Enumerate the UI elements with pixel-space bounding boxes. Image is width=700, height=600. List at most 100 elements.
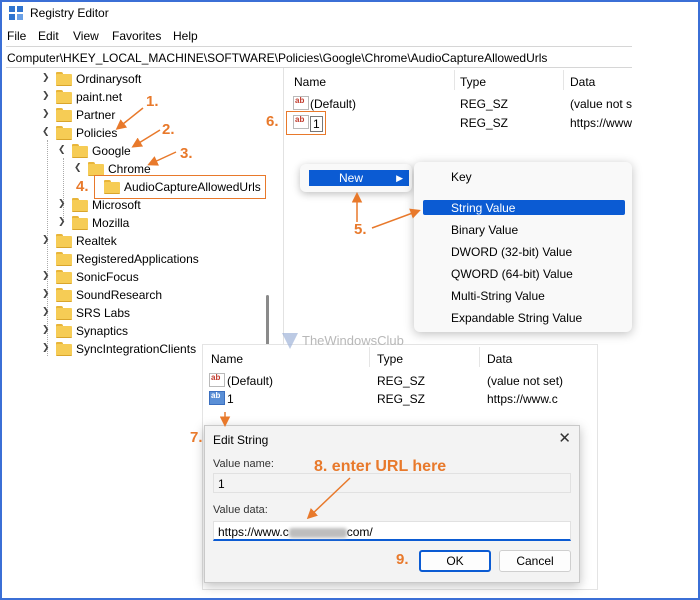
folder-icon xyxy=(56,72,72,86)
value-name[interactable]: (Default) xyxy=(227,374,273,388)
tree-item-partner[interactable]: ❯ Partner xyxy=(2,106,272,124)
value-name[interactable]: 1 xyxy=(227,392,234,406)
chevron-right-icon[interactable]: ❯ xyxy=(58,198,68,210)
column-data-header[interactable]: Data xyxy=(570,75,595,89)
menu-favorites[interactable]: Favorites xyxy=(112,29,161,43)
window-title: Registry Editor xyxy=(30,6,109,20)
folder-icon xyxy=(56,306,72,320)
dialog-title: Edit String xyxy=(213,433,269,447)
tree-item-mozilla[interactable]: ❯ Mozilla xyxy=(2,214,272,232)
column-name-header[interactable]: Name xyxy=(211,352,243,366)
tree-item-registeredapplications[interactable]: RegisteredApplications xyxy=(2,250,272,268)
column-separator[interactable] xyxy=(454,70,455,90)
value-data-field[interactable]: https://www.c com/ xyxy=(213,521,571,541)
tree-item-label: paint.net xyxy=(76,90,123,104)
string-value-icon: ab xyxy=(209,391,225,405)
pane-divider[interactable] xyxy=(283,68,284,368)
menu-item-dword-value[interactable]: DWORD (32-bit) Value xyxy=(451,245,572,259)
menu-view[interactable]: View xyxy=(73,29,99,43)
folder-icon xyxy=(56,234,72,248)
tree-item-label: SoundResearch xyxy=(76,288,163,302)
chevron-right-icon[interactable]: ❯ xyxy=(58,216,68,228)
tree-item-srs-labs[interactable]: ❯ SRS Labs xyxy=(2,304,272,322)
callout-8: 8. enter URL here xyxy=(314,458,447,475)
menu-item-qword-value[interactable]: QWORD (64-bit) Value xyxy=(451,267,573,281)
tree-item-label: Mozilla xyxy=(92,216,130,230)
column-data-header[interactable]: Data xyxy=(487,352,512,366)
column-type-header[interactable]: Type xyxy=(377,352,403,366)
tree-item-label: Microsoft xyxy=(92,198,141,212)
value-type: REG_SZ xyxy=(460,116,509,130)
tree-item-paint-net[interactable]: ❯ paint.net xyxy=(2,88,272,106)
value-data: https://www xyxy=(570,116,632,130)
column-separator[interactable] xyxy=(563,70,564,90)
menu-item-string-value[interactable]: String Value xyxy=(451,201,515,215)
chevron-right-icon[interactable]: ❯ xyxy=(42,90,52,102)
tree-item-sonicfocus[interactable]: ❯ SonicFocus xyxy=(2,268,272,286)
menu-item-new[interactable]: New ▶ xyxy=(309,170,409,186)
close-icon[interactable]: ✕ xyxy=(558,429,571,447)
column-separator[interactable] xyxy=(479,347,480,367)
callout-2: 2. xyxy=(162,121,175,138)
cancel-button[interactable]: Cancel xyxy=(499,550,571,572)
value-data: https://www.c xyxy=(487,392,558,406)
tree-item-ordinarysoft[interactable]: ❯ Ordinarysoft xyxy=(2,70,272,88)
chevron-right-icon[interactable]: ❯ xyxy=(42,72,52,84)
column-type-header[interactable]: Type xyxy=(460,75,486,89)
chevron-right-icon[interactable]: ❯ xyxy=(42,270,52,282)
chevron-right-icon[interactable]: ❯ xyxy=(42,324,52,336)
column-name-header[interactable]: Name xyxy=(294,75,326,89)
menu-edit[interactable]: Edit xyxy=(38,29,59,43)
address-bar[interactable]: Computer\HKEY_LOCAL_MACHINE\SOFTWARE\Pol… xyxy=(6,46,632,68)
callout-3: 3. xyxy=(180,145,193,162)
callout-4: 4. xyxy=(76,178,89,195)
folder-icon xyxy=(56,342,72,356)
callout-5: 5. xyxy=(354,221,367,238)
chevron-down-icon[interactable]: ❮ xyxy=(74,162,84,174)
column-separator[interactable] xyxy=(369,347,370,367)
tree-item-label: SonicFocus xyxy=(76,270,139,284)
tree-item-realtek[interactable]: ❯ Realtek xyxy=(2,232,272,250)
chevron-right-icon[interactable]: ❯ xyxy=(42,342,52,354)
tree-item-label: Chrome xyxy=(108,162,151,176)
tree-item-policies[interactable]: ❮ Policies xyxy=(2,124,272,142)
chevron-down-icon[interactable]: ❮ xyxy=(42,126,52,138)
ok-button[interactable]: OK xyxy=(419,550,491,572)
callout-1: 1. xyxy=(146,93,159,110)
chevron-right-icon[interactable]: ❯ xyxy=(42,108,52,120)
string-value-icon: ab xyxy=(293,96,309,110)
value-data: (value not se xyxy=(570,97,632,111)
folder-icon xyxy=(72,198,88,212)
value-name-field[interactable]: 1 xyxy=(213,473,571,493)
chevron-right-icon[interactable]: ❯ xyxy=(42,306,52,318)
tree-item-label: Partner xyxy=(76,108,116,122)
title-bar: Registry Editor xyxy=(2,2,698,24)
callout-9: 9. xyxy=(396,551,409,568)
tree-item-google[interactable]: ❮ Google xyxy=(2,142,272,160)
folder-icon xyxy=(56,288,72,302)
menu-help[interactable]: Help xyxy=(173,29,198,43)
tree-item-synaptics[interactable]: ❯ Synaptics xyxy=(2,322,272,340)
string-value-icon: ab xyxy=(209,373,225,387)
menu-bar: File Edit View Favorites Help xyxy=(2,26,698,46)
chevron-right-icon[interactable]: ❯ xyxy=(42,288,52,300)
menu-item-binary-value[interactable]: Binary Value xyxy=(451,223,518,237)
folder-icon xyxy=(72,144,88,158)
selected-key-highlight xyxy=(94,175,266,199)
tree-item-label: SyncIntegrationClients xyxy=(76,342,197,356)
value-data-label: Value data: xyxy=(213,504,268,516)
tree-scrollbar[interactable] xyxy=(266,295,269,347)
menu-item-key[interactable]: Key xyxy=(451,170,472,184)
chevron-right-icon[interactable]: ❯ xyxy=(42,234,52,246)
folder-icon xyxy=(56,108,72,122)
tree-item-label: Synaptics xyxy=(76,324,129,338)
callout-6: 6. xyxy=(266,113,279,130)
chevron-down-icon[interactable]: ❮ xyxy=(58,144,68,156)
menu-item-multi-string-value[interactable]: Multi-String Value xyxy=(451,289,545,303)
registry-editor-icon xyxy=(9,6,23,20)
menu-item-expandable-string-value[interactable]: Expandable String Value xyxy=(451,311,582,325)
registry-tree: ❯ Ordinarysoft ❯ paint.net ❯ Partner ❮ P… xyxy=(2,68,280,368)
menu-file[interactable]: File xyxy=(7,29,26,43)
value-type: REG_SZ xyxy=(377,392,426,406)
tree-item-soundresearch[interactable]: ❯ SoundResearch xyxy=(2,286,272,304)
